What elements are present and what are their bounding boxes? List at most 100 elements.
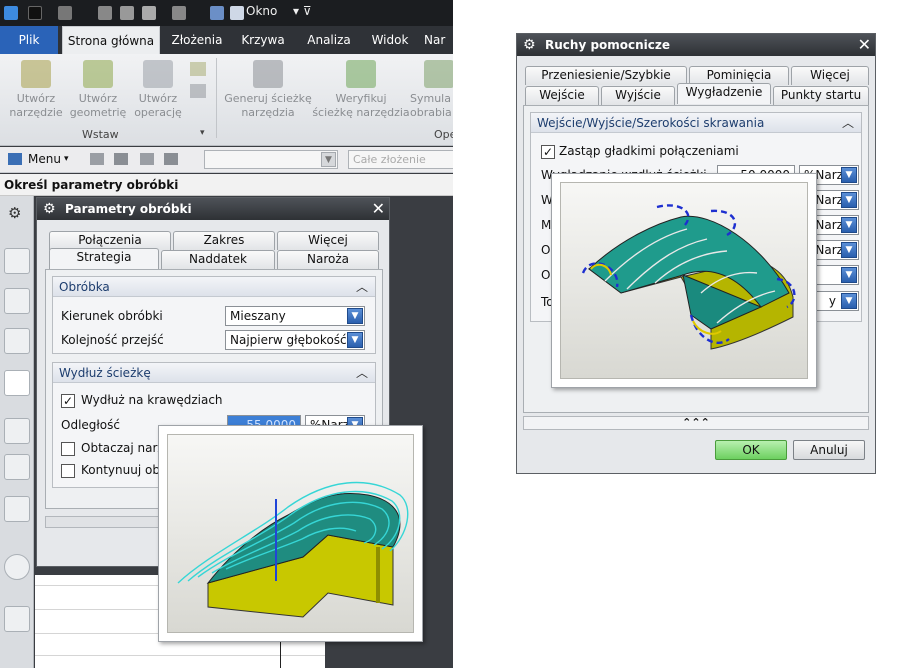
open-icon[interactable] — [172, 6, 186, 20]
window-icon — [230, 6, 244, 20]
assembly-scope-combo[interactable]: Całe złożenie — [348, 150, 453, 169]
tab-krzywa[interactable]: Krzywa — [232, 26, 294, 54]
new-icon[interactable] — [28, 6, 42, 20]
tab-przeniesienie[interactable]: Przeniesienie/Szybkie — [525, 66, 687, 85]
tab-punkty-startu[interactable]: Punkty startu — [773, 86, 869, 105]
undo-icon[interactable] — [58, 6, 72, 20]
tab-widok[interactable]: Widok — [362, 26, 418, 54]
tab-zakres[interactable]: Zakres — [173, 231, 275, 250]
machine-tool-navigator-icon[interactable] — [4, 418, 30, 444]
selection-point-icon[interactable] — [140, 153, 154, 165]
part-navigator-icon[interactable] — [4, 328, 30, 354]
verify-toolpath-icon — [346, 60, 376, 88]
close-icon[interactable]: ✕ — [372, 199, 385, 219]
small-tool-icon[interactable] — [190, 62, 206, 76]
collapse-caret-icon[interactable]: ︿ — [353, 277, 371, 296]
tab-narzedzia[interactable]: Nar — [424, 26, 453, 54]
wydluz-checkbox[interactable]: ✓ — [61, 394, 75, 408]
preview-image — [167, 434, 414, 633]
grid-line — [35, 655, 325, 656]
small-list-icon[interactable] — [190, 84, 206, 98]
tab-strona-glowna[interactable]: Strona główna — [62, 26, 160, 54]
process-studio-icon[interactable] — [4, 606, 30, 632]
settings-gear-icon[interactable]: ⚙ — [8, 204, 21, 222]
window-menu-arrow-icon[interactable]: ▾ ⊽ — [293, 4, 312, 18]
section-obrobka-header[interactable]: Obróbka ︿ — [53, 277, 375, 297]
create-tool-button[interactable]: Utwórz narzędzie — [6, 54, 66, 120]
generate-toolpath-icon — [253, 60, 283, 88]
kolejnosc-label: Kolejność przejść — [61, 333, 164, 347]
expand-more-toggle[interactable]: ⌃⌃⌃ — [523, 416, 869, 430]
tab-strategia[interactable]: Strategia — [49, 248, 159, 269]
create-operation-button[interactable]: Utwórz operację — [130, 54, 186, 120]
dialog-settings-gear-icon[interactable]: ⚙ — [523, 37, 539, 53]
wydluz-label: Wydłuż na krawędziach — [81, 393, 223, 407]
dropdown-arrow-icon[interactable]: ▼ — [841, 192, 857, 208]
tab-wyjscie[interactable]: Wyjście — [601, 86, 675, 105]
tab-analiza[interactable]: Analiza — [298, 26, 360, 54]
zastap-checkbox[interactable]: ✓ — [541, 145, 555, 159]
simulate-icon — [424, 60, 453, 88]
tab-wiecej[interactable]: Więcej — [277, 231, 379, 250]
kolejnosc-select[interactable]: Najpierw głębokość ▼ — [225, 330, 365, 350]
strategy-preview-popup — [158, 425, 423, 642]
tab-wejscie[interactable]: Wejście — [525, 86, 599, 105]
simulate-button[interactable]: Symula obrabia — [410, 54, 453, 120]
dropdown-arrow-icon[interactable]: ▼ — [841, 293, 857, 309]
section-header[interactable]: Wejście/Wyjście/Szerokości skrawania ︿ — [531, 113, 861, 133]
tab-plik[interactable]: Plik — [0, 26, 58, 54]
tab-wiecej[interactable]: Więcej — [791, 66, 869, 85]
dropdown-arrow-icon[interactable]: ▼ — [841, 267, 857, 283]
ok-button[interactable]: OK — [715, 440, 787, 460]
collapse-caret-icon[interactable]: ︿ — [839, 113, 857, 132]
dropdown-arrow-icon[interactable]: ▼ — [347, 308, 363, 324]
constraint-navigator-icon[interactable] — [4, 288, 30, 314]
preview-image — [560, 182, 808, 379]
window-menu[interactable]: Okno — [246, 4, 277, 18]
dropdown-arrow-icon[interactable]: ▼ — [841, 217, 857, 233]
copy-icon[interactable] — [120, 6, 134, 20]
dropdown-arrow-icon[interactable]: ▼ — [347, 332, 363, 348]
selection-tree-icon[interactable] — [114, 153, 128, 165]
dialog-title: Ruchy pomocnicze — [517, 34, 875, 56]
dialog-settings-gear-icon[interactable]: ⚙ — [43, 201, 59, 217]
hd3d-tools-icon[interactable] — [4, 496, 30, 522]
generate-toolpath-button[interactable]: Generuj ścieżkę narzędzia — [222, 54, 314, 120]
tab-naddatek[interactable]: Naddatek — [161, 250, 275, 269]
status-prompt: Określ parametry obróbki — [0, 174, 453, 196]
verify-toolpath-button[interactable]: Weryfikuj ścieżkę narzędzia — [312, 54, 410, 120]
menu-arrow-icon[interactable]: ▾ — [64, 154, 69, 164]
obtaczaj-checkbox[interactable] — [61, 442, 75, 456]
kierunek-select[interactable]: Mieszany ▼ — [225, 306, 365, 326]
tab-naroza[interactable]: Naroża — [277, 250, 379, 269]
menu-button[interactable]: Menu — [28, 152, 61, 166]
section-wydluz-header[interactable]: Wydłuż ścieżkę ︿ — [53, 363, 375, 383]
create-geometry-icon — [83, 60, 113, 88]
resource-bar: ⚙ — [0, 196, 34, 668]
kontynuuj-checkbox[interactable] — [61, 464, 75, 478]
cut-icon[interactable] — [98, 6, 112, 20]
type-filter-combo[interactable]: ▼ — [204, 150, 338, 169]
information-icon[interactable] — [4, 554, 30, 580]
dropdown-arrow-icon[interactable]: ▼ — [841, 242, 857, 258]
collapse-caret-icon[interactable]: ︿ — [353, 363, 371, 382]
paste-icon[interactable] — [142, 6, 156, 20]
menu-icon[interactable] — [8, 153, 22, 165]
assembly-navigator-icon[interactable] — [4, 248, 30, 274]
selection-grid-icon[interactable] — [164, 153, 178, 165]
cancel-button[interactable]: Anuluj — [793, 440, 865, 460]
ribbon-panel: Utwórz narzędzie Utwórz geometrię Utwórz… — [0, 54, 453, 146]
touch-mode-icon[interactable] — [210, 6, 224, 20]
close-icon[interactable]: ✕ — [858, 35, 871, 55]
selection-filter-icon[interactable] — [90, 153, 104, 165]
create-geometry-button[interactable]: Utwórz geometrię — [66, 54, 130, 120]
tab-wygladzenie[interactable]: Wygładzenie — [677, 83, 771, 104]
tab-zlozenia[interactable]: Złożenia — [166, 26, 228, 54]
operation-navigator-icon[interactable] — [4, 370, 30, 396]
group-expand-icon[interactable]: ▾ — [200, 128, 205, 138]
reuse-library-icon[interactable] — [4, 454, 30, 480]
dropdown-arrow-icon[interactable]: ▼ — [841, 167, 857, 183]
type-filter-dropdown-icon[interactable]: ▼ — [321, 152, 336, 167]
kierunek-label: Kierunek obróbki — [61, 309, 163, 323]
menu-bar: Menu ▾ ▼ Całe złożenie — [0, 147, 453, 173]
